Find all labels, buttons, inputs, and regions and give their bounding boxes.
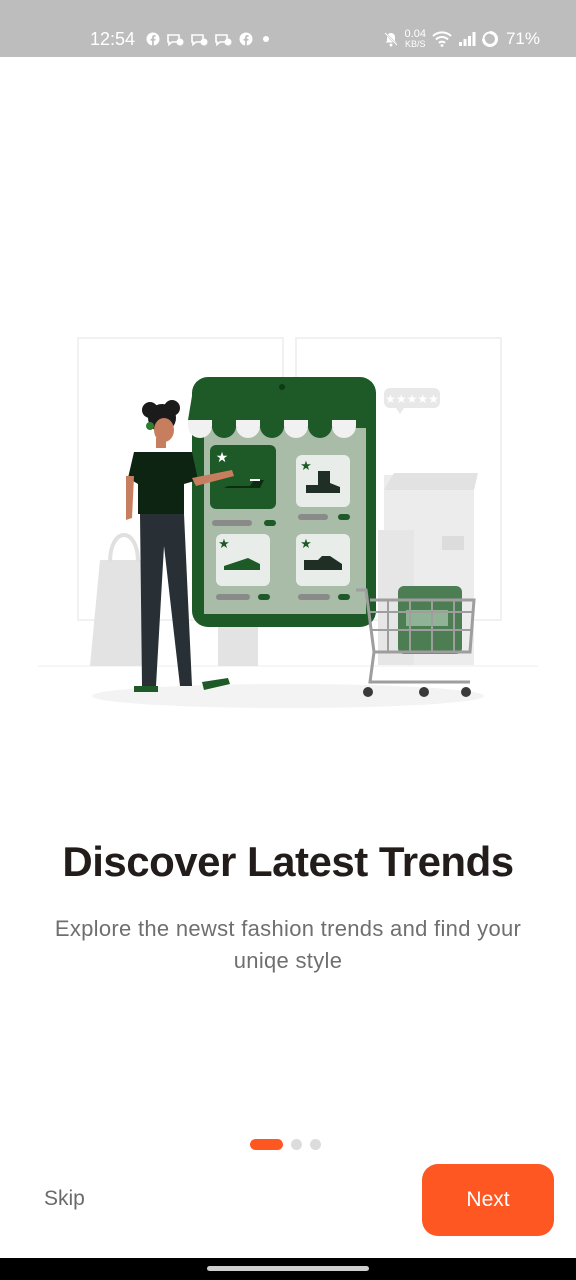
- svg-text:★: ★: [300, 459, 312, 474]
- notification-icons: [146, 31, 269, 47]
- status-right: 0.04 KB/S 71%: [383, 28, 540, 50]
- battery-icon: [481, 31, 498, 47]
- svg-text:★: ★: [300, 537, 312, 552]
- messenger-icon: [191, 34, 208, 46]
- onboarding-title: Discover Latest Trends: [62, 838, 514, 885]
- network-speed-unit: KB/S: [405, 39, 426, 49]
- bell-off-icon: [383, 32, 398, 47]
- notification-dot-icon: [263, 36, 269, 42]
- messenger-icon: [167, 34, 184, 46]
- network-speed: 0.04 KB/S: [405, 29, 426, 49]
- page-indicator-dot-active: [250, 1138, 283, 1150]
- status-bar: 12:54 0.04 KB/S 71%: [0, 0, 576, 57]
- page-indicator-dot: [310, 1138, 321, 1150]
- wifi-icon: [432, 31, 452, 47]
- skip-button[interactable]: Skip: [44, 1187, 85, 1211]
- page-indicator: [250, 1138, 321, 1150]
- shopping-bag: [90, 560, 148, 666]
- home-gesture-handle[interactable]: [207, 1266, 369, 1271]
- shopping-illustration: ★★★★★ ★ ★ ★ ★: [38, 337, 538, 708]
- facebook-icon: [146, 32, 160, 46]
- svg-text:★: ★: [216, 450, 229, 466]
- svg-text:★: ★: [218, 537, 230, 552]
- page-indicator-dot: [291, 1138, 302, 1150]
- battery-percentage: 71%: [505, 29, 540, 48]
- next-button[interactable]: Next: [422, 1164, 554, 1236]
- messenger-icon: [215, 34, 232, 46]
- status-time: 12:54: [90, 29, 136, 49]
- svg-text:★★★★★: ★★★★★: [385, 392, 439, 406]
- signal-icon: [458, 32, 476, 46]
- facebook-icon: [239, 32, 253, 46]
- onboarding-subtitle: Explore the newst fashion trends and fin…: [54, 916, 522, 973]
- navigation-bar: [0, 1258, 576, 1280]
